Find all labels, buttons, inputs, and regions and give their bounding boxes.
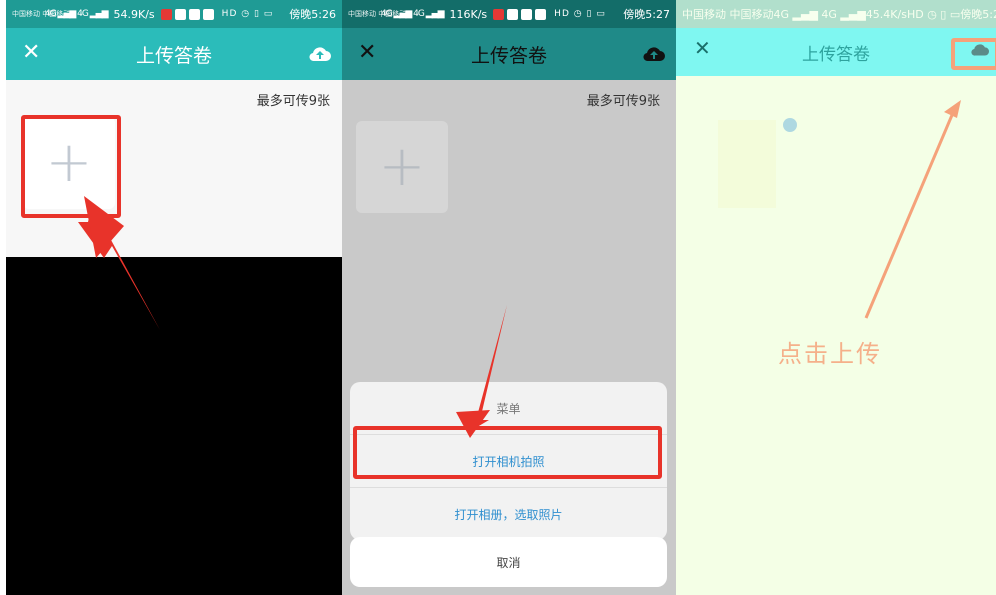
- cloud-upload-icon[interactable]: [308, 42, 332, 64]
- nav-bar: ✕ 上传答卷: [6, 28, 342, 80]
- page-title: 上传答卷: [470, 44, 547, 67]
- uploaded-thumbnail[interactable]: [718, 120, 776, 208]
- status-bar: 中国移动 中国移动 4G ▂▄▆ 4G ▂▄▆ 116K/s HD ◷ ▯ ▭ …: [342, 0, 676, 28]
- page-title: 上传答卷: [135, 44, 212, 67]
- nav-bar: ✕ 上传答卷: [342, 28, 676, 80]
- plus-icon: +: [378, 134, 426, 199]
- notification-icons: [493, 8, 547, 20]
- add-image-tile[interactable]: +: [356, 121, 448, 213]
- notification-icons: [160, 8, 214, 20]
- highlight-add-tile: [21, 115, 121, 218]
- clock: 傍晚5:27: [960, 8, 996, 21]
- page-title: 上传答卷: [802, 44, 870, 65]
- screen-1: 中国移动 中国移动 4G ▂▄▆ 4G ▂▄▆ 54.9K/s HD ◷ ▯ ▭…: [6, 0, 342, 595]
- highlight-upload-icon: [951, 38, 996, 70]
- max-upload-note: 最多可传9张: [256, 94, 330, 109]
- close-button[interactable]: ✕: [358, 40, 376, 66]
- delete-badge-icon[interactable]: [783, 118, 797, 132]
- signal-icon: 4G ▂▄▆ 4G ▂▄▆: [773, 7, 866, 21]
- close-button[interactable]: ✕: [22, 40, 40, 66]
- carrier-label: 中国移动 中国移动: [12, 10, 71, 18]
- network-speed: 45.4K/s: [865, 7, 907, 21]
- cloud-upload-icon[interactable]: [642, 42, 666, 64]
- clock: 傍晚5:26: [289, 8, 336, 21]
- screen-3: 中国移动 中国移动 4G ▂▄▆ 4G ▂▄▆ 45.4K/s HD ◷ ▯ ▭…: [676, 0, 996, 595]
- network-speed: 54.9K/s: [113, 7, 155, 21]
- carrier-label: 中国移动 中国移动: [682, 8, 774, 21]
- carrier-label: 中国移动 中国移动: [348, 10, 407, 18]
- status-bar: 中国移动 中国移动 4G ▂▄▆ 4G ▂▄▆ 45.4K/s HD ◷ ▯ ▭…: [676, 0, 996, 28]
- close-button[interactable]: ✕: [694, 36, 711, 60]
- status-bar: 中国移动 中国移动 4G ▂▄▆ 4G ▂▄▆ 54.9K/s HD ◷ ▯ ▭…: [6, 0, 342, 28]
- max-upload-note: 最多可传9张: [586, 94, 660, 109]
- system-icons: HD ◷ ▯ ▭: [906, 7, 961, 21]
- screen-2: 中国移动 中国移动 4G ▂▄▆ 4G ▂▄▆ 116K/s HD ◷ ▯ ▭ …: [342, 0, 676, 595]
- system-icons: HD ◷ ▯ ▭: [221, 9, 274, 19]
- clock: 傍晚5:27: [623, 8, 670, 21]
- nav-bar: ✕ 上传答卷: [676, 28, 996, 76]
- highlight-camera-option: [353, 426, 662, 479]
- system-icons: HD ◷ ▯ ▭: [554, 9, 606, 19]
- network-speed: 116K/s: [449, 7, 488, 21]
- cancel-button[interactable]: 取消: [350, 537, 667, 587]
- open-album-option[interactable]: 打开相册，选取照片: [350, 488, 667, 540]
- click-upload-callout: 点击上传: [778, 340, 882, 368]
